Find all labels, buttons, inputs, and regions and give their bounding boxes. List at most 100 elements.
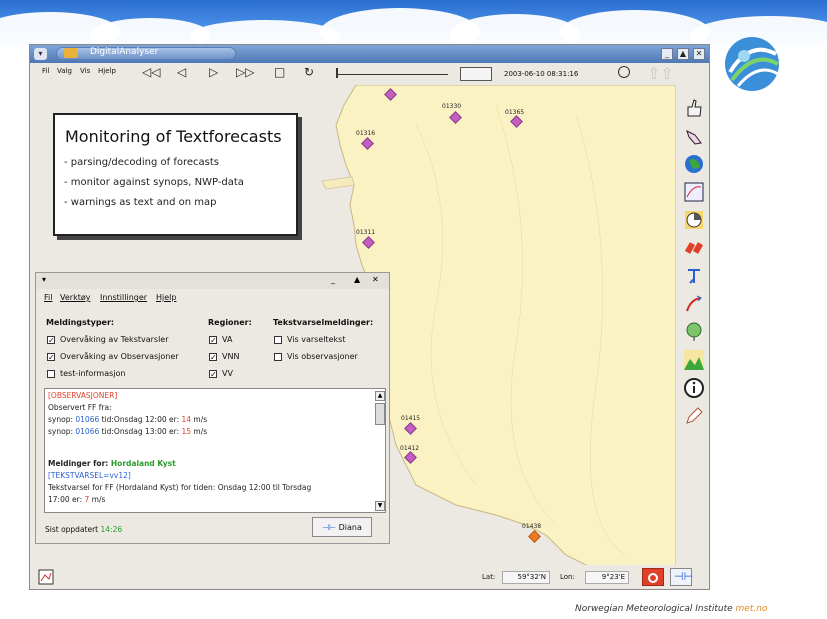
fast-forward-icon[interactable]: ▷▷	[236, 65, 254, 79]
checkbox-overvaking-tekstvarsler[interactable]: ✓	[47, 336, 55, 345]
varsel-text-2: 17:00 er: 7 m/s	[48, 495, 105, 504]
close-button[interactable]: ✕	[693, 48, 705, 60]
sub-menu-verktoy[interactable]: Verktøy	[60, 293, 90, 302]
synop-unit: m/s	[193, 427, 208, 436]
slide-title: Monitoring of Textforecasts	[65, 127, 282, 146]
info-icon[interactable]	[683, 377, 705, 399]
varsel-unit: m/s	[91, 495, 106, 504]
time-slider-track[interactable]	[336, 74, 448, 75]
checkbox-label: test-informasjon	[60, 369, 126, 378]
landscape-icon[interactable]	[683, 349, 705, 371]
satellite-icon[interactable]	[683, 237, 705, 259]
diana-plane-icon: ⊣⊢	[674, 570, 694, 583]
pie-chart-icon[interactable]	[683, 209, 705, 231]
obs-tag: [OBSERVASJONER]	[48, 391, 118, 400]
station-label: 01365	[505, 109, 525, 116]
play-icon[interactable]: ▷	[209, 65, 218, 79]
diana-link-button[interactable]: ⊣⊢	[670, 568, 694, 586]
sub-maximize-button[interactable]: ▲	[354, 275, 360, 284]
last-updated-label: Sist oppdatert	[45, 525, 99, 534]
sub-menu-innstillinger[interactable]: Innstillinger	[100, 293, 147, 302]
checkbox-label: Overvåking av Tekstvarsler	[60, 335, 169, 344]
sub-title-bar: ▾ _ ▲ ✕	[36, 273, 389, 289]
checkbox-vis-varseltekst[interactable]	[274, 336, 282, 344]
group-tekstvarsel-title: Tekstvarselmeldinger:	[273, 318, 374, 327]
institute-name: Norwegian Meteorological Institute	[575, 604, 733, 614]
station-label: 01330	[442, 103, 462, 110]
trajectory-icon[interactable]	[683, 293, 705, 315]
menu-valg[interactable]: Valg	[57, 67, 72, 75]
synop-prefix: synop:	[48, 427, 73, 436]
step-back-icon[interactable]: ◁	[177, 65, 186, 79]
last-updated-value: 14:26	[100, 525, 123, 534]
group-meldingstyper-title: Meldingstyper:	[46, 318, 115, 327]
status-tool-icon[interactable]	[38, 569, 54, 585]
sub-window-menu-button[interactable]: ▾	[42, 275, 46, 284]
app-logo-icon	[64, 48, 78, 58]
scroll-down-button[interactable]: ▼	[375, 501, 385, 511]
slide-textbox: Monitoring of Textforecasts - parsing/de…	[53, 113, 298, 236]
fast-back-icon[interactable]: ◁◁	[142, 65, 160, 79]
menu-vis[interactable]: Vis	[80, 67, 90, 75]
diana-button-label: Diana	[338, 522, 362, 532]
lat-value: 59°32'N	[502, 571, 550, 584]
upload-arrows-icon[interactable]: ⇧⇧	[647, 64, 674, 83]
synop-line-1: synop: 01066 tid:Onsdag 12:00 er: 14 m/s	[48, 415, 207, 424]
graph-icon[interactable]	[683, 181, 705, 203]
checkbox-test-informasjon[interactable]	[47, 370, 55, 378]
scroll-up-button[interactable]: ▲	[375, 391, 385, 401]
checkbox-label: VNN	[222, 352, 240, 361]
varsel-tag: [TEKSTVARSEL=vv12]	[48, 471, 131, 480]
checkbox-region-vnn[interactable]: ✓	[209, 353, 217, 362]
clock-icon[interactable]	[618, 66, 630, 78]
thumbs-up-icon[interactable]	[683, 97, 705, 119]
slide-bullet: - parsing/decoding of forecasts	[64, 157, 219, 168]
lon-value: 9°23'E	[585, 571, 629, 584]
brand-name: met.no	[735, 604, 768, 614]
varsel-text: Tekstvarsel for FF (Hordaland Kyst) for …	[48, 483, 312, 492]
menu-bar: Fil Valg Vis Hjelp ◁◁ ◁ ▷ ▷▷ □ ↻ 2003-06…	[30, 63, 709, 83]
met-logo	[725, 37, 780, 91]
time-slider-handle[interactable]	[336, 68, 338, 78]
window-title: DigitalAnalyser	[90, 47, 159, 57]
record-icon	[648, 573, 658, 583]
time-step-spinbox[interactable]	[460, 67, 492, 81]
balloon-icon[interactable]	[683, 321, 705, 343]
checkbox-region-va[interactable]: ✓	[209, 336, 217, 345]
diana-button[interactable]: ⊣⊢ Diana	[312, 517, 372, 537]
synop-station: 01066	[75, 415, 100, 424]
textforecast-window: ▾ _ ▲ ✕ Fil Verktøy Innstillinger Hjelp …	[35, 272, 390, 544]
stop-icon[interactable]: □	[274, 65, 285, 79]
menu-hjelp[interactable]: Hjelp	[98, 67, 116, 75]
record-button[interactable]	[642, 568, 664, 586]
minimize-button[interactable]: _	[661, 48, 673, 60]
checkbox-label: Vis varseltekst	[287, 335, 346, 344]
checkbox-region-vv[interactable]: ✓	[209, 370, 217, 379]
refresh-icon[interactable]: ↻	[304, 65, 314, 79]
antenna-icon[interactable]	[683, 265, 705, 287]
maximize-button[interactable]: ▲	[677, 48, 689, 60]
station-label: 01316	[356, 130, 376, 137]
message-log[interactable]: [OBSERVASJONER] Observert FF fra: synop:…	[44, 388, 386, 513]
meldinger-region: Hordaland Kyst	[110, 459, 176, 468]
station-label: 01412	[400, 445, 420, 452]
observed-line: Observert FF fra:	[48, 403, 112, 412]
sub-menu-fil[interactable]: Fil	[44, 293, 52, 302]
window-menu-button[interactable]: ▾	[34, 48, 47, 60]
synop-mid: tid:Onsdag 12:00 er:	[101, 415, 180, 424]
pencil-icon[interactable]	[683, 405, 705, 427]
pointer-hand-icon[interactable]	[683, 125, 705, 147]
sub-menu-hjelp[interactable]: Hjelp	[156, 293, 176, 302]
varsel-prefix: 17:00 er:	[48, 495, 83, 504]
checkbox-overvaking-observasjoner[interactable]: ✓	[47, 353, 55, 362]
sub-minimize-button[interactable]: _	[331, 275, 335, 284]
checkbox-label: VA	[222, 335, 233, 344]
globe-icon[interactable]	[683, 153, 705, 175]
current-datetime: 2003-06-10 08:31:16	[504, 70, 579, 78]
title-bar: ▾ DigitalAnalyser _ ▲ ✕	[30, 45, 709, 63]
varsel-value: 7	[84, 495, 90, 504]
scroll-thumb[interactable]	[375, 403, 385, 425]
menu-fil[interactable]: Fil	[42, 67, 49, 75]
checkbox-vis-observasjoner[interactable]	[274, 353, 282, 361]
sub-close-button[interactable]: ✕	[372, 275, 379, 284]
